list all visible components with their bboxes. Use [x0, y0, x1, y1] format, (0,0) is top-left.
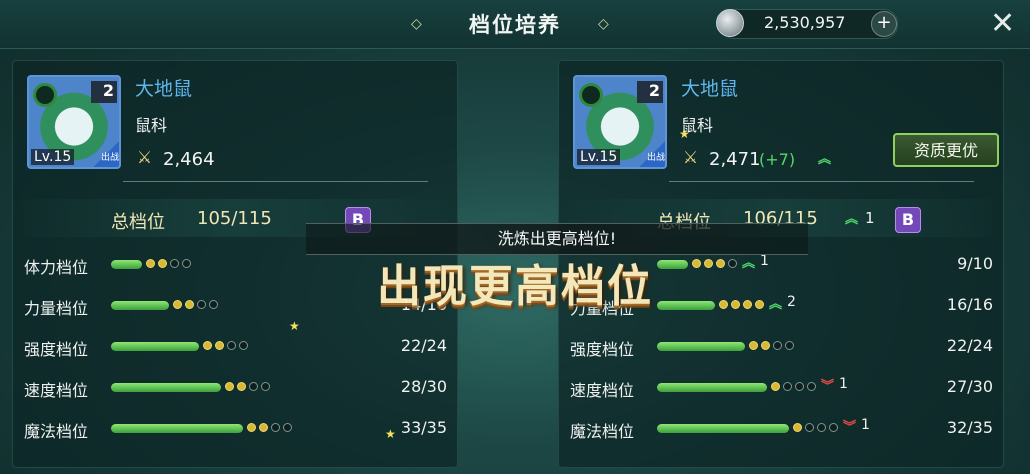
stat-value: 22/24	[400, 336, 447, 355]
dot-filled-icon	[749, 341, 758, 350]
divider	[123, 181, 428, 182]
dot-empty-icon	[785, 341, 794, 350]
dot-filled-icon	[225, 382, 234, 391]
combat-power: 2,471	[709, 149, 761, 170]
stat-label: 魔法档位	[570, 422, 635, 441]
stat-value: 22/24	[946, 336, 993, 355]
combat-power-icon: ⚔	[137, 148, 153, 168]
element-badge-icon	[579, 83, 603, 107]
stat-bar	[111, 342, 199, 351]
pet-name: 大地鼠	[681, 78, 739, 100]
stat-delta: 1	[839, 376, 848, 392]
close-button[interactable]: ✕	[990, 6, 1015, 41]
dot-filled-icon	[247, 423, 256, 432]
dot-empty-icon	[783, 382, 792, 391]
star-badge: 2	[91, 81, 117, 103]
dot-empty-icon	[227, 341, 236, 350]
dot-empty-icon	[829, 423, 838, 432]
dot-empty-icon	[271, 423, 280, 432]
dot-empty-icon	[249, 382, 258, 391]
stat-value: 33/35	[400, 418, 447, 437]
dot-filled-icon	[215, 341, 224, 350]
deployed-tag: 出战	[639, 141, 665, 167]
dot-filled-icon	[771, 382, 780, 391]
total-grade-value: 105/115	[197, 208, 272, 229]
stat-delta: 1	[861, 417, 870, 433]
stat-bar	[657, 342, 745, 351]
stat-value: 28/30	[400, 377, 447, 396]
silver-coin-icon	[716, 9, 744, 37]
up-arrow-icon: ︽	[845, 212, 859, 227]
stat-row: 魔法档位 ︾ 1 32/35	[559, 416, 1003, 442]
stat-bar	[657, 383, 767, 392]
pet-level: Lv.15	[31, 149, 75, 165]
stat-label: 强度档位	[24, 340, 89, 359]
down-arrow-icon: ︾	[843, 420, 857, 435]
stat-bar	[111, 424, 243, 433]
dot-empty-icon	[805, 423, 814, 432]
total-grade-up-count: 1	[865, 209, 875, 227]
stat-label: 强度档位	[570, 340, 635, 359]
star-badge: 2	[637, 81, 663, 103]
deployed-tag: 出战	[93, 141, 119, 167]
combat-power: 2,464	[163, 149, 215, 170]
up-arrow-icon: ︽	[818, 152, 832, 167]
combat-power-icon: ⚔	[683, 148, 699, 168]
dot-empty-icon	[795, 382, 804, 391]
dot-empty-icon	[261, 382, 270, 391]
sparkle-icon: ★	[385, 427, 396, 441]
stat-label: 魔法档位	[24, 422, 89, 441]
stat-value: 27/30	[946, 377, 993, 396]
sparkle-icon: ★	[289, 319, 300, 333]
dot-filled-icon	[203, 341, 212, 350]
dot-filled-icon	[237, 382, 246, 391]
stat-row: 强度档位 22/24	[559, 334, 1003, 360]
dot-empty-icon	[773, 341, 782, 350]
dot-empty-icon	[239, 341, 248, 350]
down-arrow-icon: ︾	[821, 379, 835, 394]
higher-grade-title: 出现更高档位	[377, 261, 653, 312]
dot-empty-icon	[807, 382, 816, 391]
stat-row: 强度档位 22/24	[13, 334, 457, 360]
pet-name: 大地鼠	[135, 78, 193, 100]
total-grade-label: 总档位	[111, 212, 165, 233]
currency-amount: 2,530,957	[764, 13, 846, 32]
pet-level: Lv.15	[577, 149, 621, 165]
pet-portrait[interactable]: 2 Lv.15 出战	[573, 75, 667, 169]
stat-label: 速度档位	[570, 381, 635, 400]
dot-filled-icon	[761, 341, 770, 350]
stat-bar	[657, 424, 789, 433]
ornament-right-icon: ◇	[598, 16, 609, 32]
better-aptitude-button[interactable]: 资质更优	[893, 133, 999, 167]
stat-row: 速度档位 ︾ 1 27/30	[559, 375, 1003, 401]
pet-portrait[interactable]: 2 Lv.15 出战	[27, 75, 121, 169]
combat-power-delta: (+7)	[759, 150, 796, 169]
dot-filled-icon	[793, 423, 802, 432]
sparkle-icon: ★	[679, 127, 690, 141]
stat-label: 速度档位	[24, 381, 89, 400]
stat-row: 速度档位 28/30	[13, 375, 457, 401]
pet-family: 鼠科	[135, 116, 168, 135]
divider	[669, 181, 974, 182]
stat-bar	[111, 383, 221, 392]
dot-empty-icon	[283, 423, 292, 432]
element-badge-icon	[33, 83, 57, 107]
dot-empty-icon	[817, 423, 826, 432]
grade-badge: B	[895, 207, 921, 233]
dot-filled-icon	[259, 423, 268, 432]
header-bar: ◇ 档位培养 ◇ 2,530,957 + ✕	[0, 0, 1030, 49]
add-currency-button[interactable]: +	[871, 11, 897, 37]
stat-value: 32/35	[946, 418, 993, 437]
